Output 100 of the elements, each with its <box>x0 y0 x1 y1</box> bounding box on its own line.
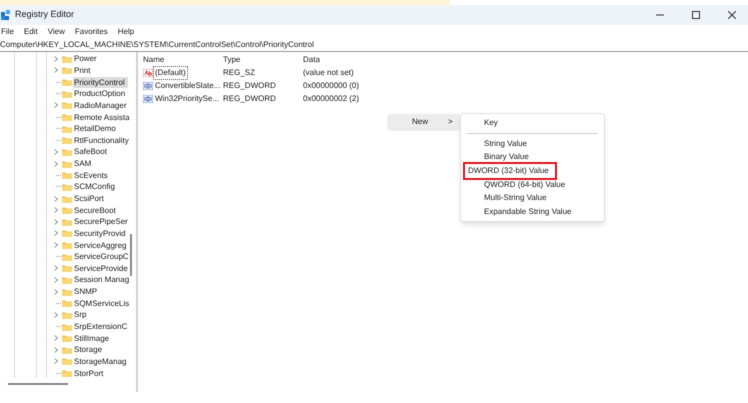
folder-icon <box>62 369 72 378</box>
new-menu-item[interactable]: New > <box>388 114 460 129</box>
menu-item[interactable]: Multi-String Value <box>473 192 558 204</box>
close-icon[interactable] <box>728 11 736 19</box>
expand-chevron[interactable] <box>54 265 58 272</box>
menu-item[interactable]: QWORD (64-bit) Value <box>473 178 576 191</box>
folder-icon <box>62 160 72 168</box>
tree-item[interactable]: ServiceGroupC <box>73 251 130 262</box>
folder-icon <box>62 310 72 319</box>
folder-icon <box>62 194 72 202</box>
folder-icon <box>62 171 72 180</box>
folder-icon <box>62 182 72 191</box>
folder-icon <box>62 66 72 74</box>
folder-icon <box>62 136 72 144</box>
value-name[interactable]: ConvertibleSlate... <box>154 80 222 92</box>
expand-chevron[interactable] <box>54 196 58 202</box>
table-cell: 0x00000000 (0) <box>303 80 360 90</box>
tree-item[interactable]: ServiceProvide <box>73 262 129 274</box>
expand-chevron[interactable] <box>54 102 58 108</box>
folder-icon <box>62 276 72 284</box>
value-name[interactable]: Win32PrioritySe... <box>154 92 220 104</box>
tree-item[interactable]: SafeBoot <box>73 146 108 158</box>
tree-item[interactable]: SQMServiceLis <box>73 298 130 309</box>
column-header[interactable]: Name <box>143 55 164 64</box>
expand-chevron[interactable] <box>54 288 58 295</box>
tree-item[interactable]: SrpExtensionC <box>73 321 128 332</box>
tree-item[interactable]: Remote Assista <box>73 112 131 123</box>
folder-icon <box>62 78 72 86</box>
tree-item[interactable]: SCMConfig <box>73 181 116 192</box>
tree-item[interactable]: Srp <box>73 309 88 320</box>
address-bar[interactable]: Computer\HKEY_LOCAL_MACHINE\SYSTEM\CurrentControlSet\Control\PriorityControl <box>0 39 748 52</box>
folder-icon <box>62 206 72 214</box>
menu-item[interactable]: Binary Value <box>473 151 540 164</box>
tree-item[interactable]: RadioManager <box>73 100 128 111</box>
folder-icon <box>62 241 72 250</box>
folder-icon <box>62 229 72 238</box>
tree-item[interactable]: StillImage <box>73 332 110 344</box>
menu-item[interactable]: String Value <box>473 138 538 150</box>
folder-icon <box>62 148 72 156</box>
maximize-icon[interactable] <box>692 11 700 19</box>
expand-chevron[interactable] <box>54 67 58 74</box>
expand-chevron[interactable] <box>54 242 58 248</box>
expand-chevron[interactable] <box>54 207 58 214</box>
menu-item[interactable]: DWORD (32-bit) Value <box>465 164 555 178</box>
folder-icon <box>62 101 72 110</box>
expand-chevron[interactable] <box>54 148 58 155</box>
menu-item[interactable]: Edit <box>24 26 38 38</box>
menu-item[interactable]: File <box>0 26 14 38</box>
tree-item[interactable]: StorPort <box>73 368 104 379</box>
tree-item[interactable]: SAM <box>73 158 92 170</box>
tree-item[interactable]: SecureBoot <box>73 204 117 216</box>
tree-item[interactable]: ProductOption <box>73 88 126 100</box>
folder-icon <box>62 299 72 308</box>
menu-item[interactable]: View <box>48 26 65 38</box>
horizontal-scrollbar-thumb[interactable] <box>8 383 68 385</box>
tree-item[interactable]: SecurePipeSer <box>73 216 129 228</box>
tree-item[interactable]: ScEvents <box>73 170 109 181</box>
tree-item[interactable]: Power <box>73 53 98 64</box>
expand-chevron[interactable] <box>54 160 58 167</box>
tree-item[interactable]: ScsiPort <box>73 193 105 204</box>
expand-chevron[interactable] <box>54 230 58 236</box>
binary-value-icon <box>143 82 153 90</box>
table-cell: REG_DWORD <box>223 80 276 90</box>
menu-item[interactable]: Favorites <box>74 26 108 38</box>
expand-chevron[interactable] <box>54 276 58 283</box>
expand-chevron[interactable] <box>54 56 58 62</box>
tree-item[interactable]: RtlFunctionality <box>73 134 130 146</box>
folder-icon <box>62 346 72 354</box>
tree-item[interactable]: RetailDemo <box>73 123 117 134</box>
menu-item[interactable]: Help <box>118 26 134 38</box>
tree-item[interactable]: SecurityProvid <box>73 228 127 239</box>
menu-item[interactable]: Expandable String Value <box>473 206 582 218</box>
expand-chevron[interactable] <box>54 335 58 342</box>
tree-item[interactable]: Storage <box>73 344 104 356</box>
expand-chevron[interactable] <box>54 346 58 353</box>
registry-app-icon <box>1 10 11 20</box>
binary-value-icon <box>143 94 153 102</box>
string-value-icon <box>143 68 153 76</box>
column-header[interactable]: Data <box>303 55 320 64</box>
expand-chevron[interactable] <box>54 358 58 364</box>
value-name[interactable]: (Default) <box>154 66 187 78</box>
expand-chevron[interactable] <box>54 218 58 225</box>
table-cell: (value not set) <box>303 68 354 76</box>
window-title: Registry Editor <box>15 8 74 22</box>
folder-icon <box>62 264 72 272</box>
tree-item[interactable]: StorageManag <box>73 356 128 367</box>
menu-item[interactable]: Key <box>473 116 509 129</box>
tree-item[interactable]: Session Manag <box>73 274 130 286</box>
folder-icon <box>62 54 72 63</box>
tree-item[interactable]: SNMP <box>73 286 98 298</box>
tree-item[interactable]: Print <box>73 64 92 76</box>
address-text: Computer\HKEY_LOCAL_MACHINE\SYSTEM\CurrentControlSet\Control\PriorityControl <box>0 39 314 51</box>
tree-item[interactable]: PriorityControl <box>73 76 128 88</box>
expand-chevron[interactable] <box>54 312 58 318</box>
scrollbar-thumb[interactable] <box>130 234 132 276</box>
folder-icon <box>62 124 72 133</box>
column-header[interactable]: Type <box>223 55 240 64</box>
table-cell: 0x00000002 (2) <box>303 94 360 102</box>
folder-icon <box>62 252 72 261</box>
tree-item[interactable]: ServiceAggreg <box>73 240 128 251</box>
